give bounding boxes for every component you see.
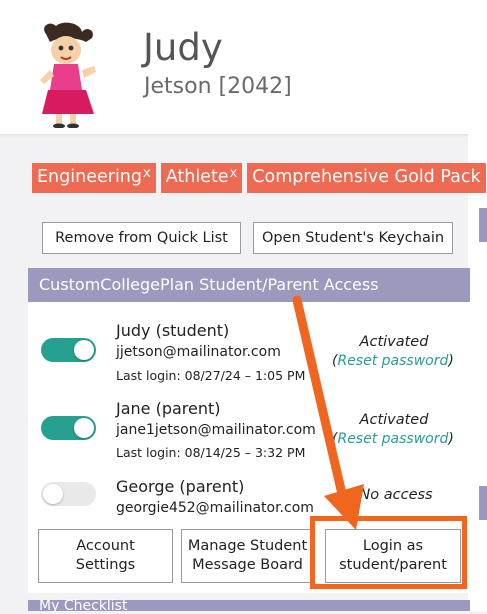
tag-label: Engineering [37, 167, 142, 187]
user-name: Judy (student) [116, 321, 230, 340]
manage-message-board-button[interactable]: Manage Student Message Board [181, 529, 314, 583]
account-settings-button[interactable]: Account Settings [38, 529, 173, 583]
tag-list: Engineeringx Athletex Comprehensive Gold P… [32, 163, 487, 193]
right-section-header-2 [479, 486, 487, 520]
button-line: Settings [75, 557, 136, 573]
tag-label: Athlete [165, 167, 229, 187]
reset-password-wrapper: (Reset password) [332, 431, 454, 447]
user-name: Jane (parent) [116, 399, 221, 418]
access-section-header: CustomCollegePlan Student/Parent Access [28, 268, 470, 302]
access-toggle-george[interactable] [41, 482, 96, 506]
right-section-header-1 [479, 208, 487, 242]
student-header: Judy Jetson [2042] [0, 0, 487, 135]
tag-comprehensive-gold-pack: Comprehensive Gold Pack [247, 163, 486, 193]
button-line: Account [76, 538, 135, 554]
tag-label: Comprehensive Gold Pack [252, 167, 481, 187]
access-toggle-judy[interactable] [41, 338, 96, 362]
button-line: Message Board [192, 557, 303, 573]
toggle-knob [74, 340, 94, 360]
reset-password-link[interactable]: Reset password [337, 353, 448, 369]
student-last-name-id: Jetson [2042] [144, 74, 292, 99]
user-email: jjetson@mailinator.com [116, 344, 281, 360]
tag-remove-x[interactable]: x [143, 166, 151, 181]
access-status: Activated [359, 412, 429, 428]
student-avatar [40, 22, 96, 128]
user-last-login: Last login: 08/27/24 – 1:05 PM [116, 368, 306, 383]
toggle-knob [43, 484, 63, 504]
highlight-box [310, 516, 467, 589]
access-status: No access [359, 487, 433, 503]
tag-engineering: Engineeringx [32, 163, 156, 193]
checklist-section-header: My Checklist [28, 598, 470, 614]
tag-remove-x[interactable]: x [230, 166, 238, 181]
user-email: jane1jetson@mailinator.com [116, 422, 316, 438]
user-last-login: Last login: 08/14/25 – 3:32 PM [116, 445, 306, 460]
open-keychain-button[interactable]: Open Student's Keychain [253, 222, 453, 254]
button-line: Manage Student [187, 538, 308, 554]
right-column-edge [468, 134, 487, 611]
reset-password-wrapper: (Reset password) [332, 353, 454, 369]
user-email: georgie452@mailinator.com [116, 500, 314, 516]
access-toggle-jane[interactable] [41, 416, 96, 440]
checklist-section-title: My Checklist [39, 598, 128, 614]
toggle-knob [74, 418, 94, 438]
reset-password-link[interactable]: Reset password [337, 431, 448, 447]
user-name: George (parent) [116, 477, 245, 496]
access-status: Activated [359, 334, 429, 350]
tag-athlete: Athletex [160, 163, 243, 193]
student-first-name: Judy [143, 26, 223, 69]
remove-from-quick-list-button[interactable]: Remove from Quick List [42, 222, 241, 254]
